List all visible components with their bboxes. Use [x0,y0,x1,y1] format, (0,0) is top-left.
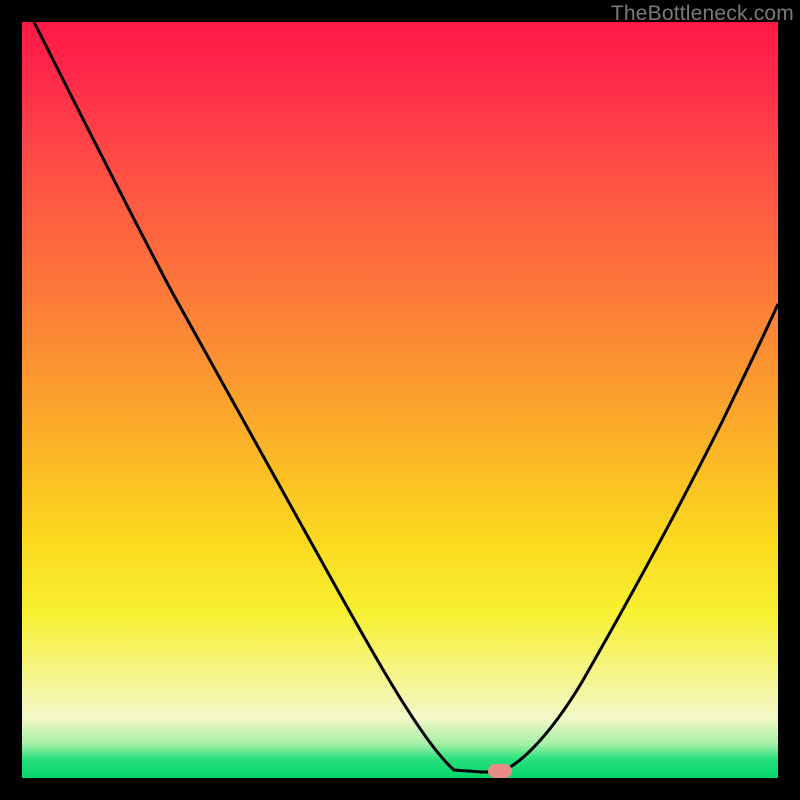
plot-area [22,22,778,778]
optimal-marker [488,764,512,778]
bottleneck-curve [22,22,778,778]
curve-right-limb [500,304,778,772]
curve-left-limb [34,22,500,772]
chart-frame: TheBottleneck.com [0,0,800,800]
watermark-text: TheBottleneck.com [611,2,794,26]
